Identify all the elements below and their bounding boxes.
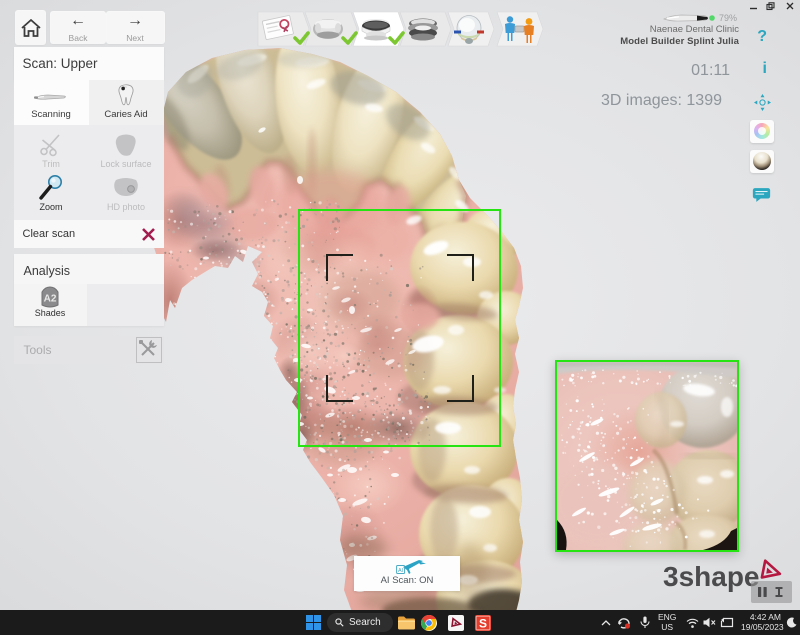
- svg-text:S: S: [479, 617, 487, 631]
- svg-text:A2: A2: [44, 294, 57, 305]
- svg-text:AI: AI: [398, 568, 404, 574]
